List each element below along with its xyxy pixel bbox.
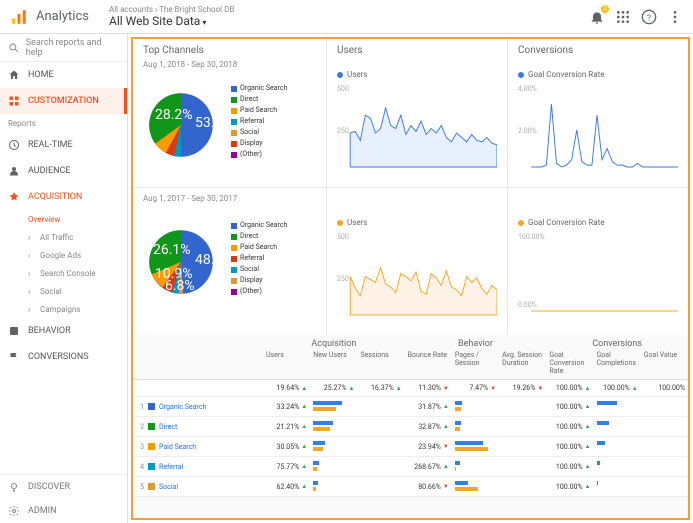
sidebar: Search reports and help HOME CUSTOMIZATI…	[0, 34, 128, 523]
pie-chart-2017: 48.2%26.1%10.9%6.8%	[139, 220, 223, 304]
behavior-icon	[8, 325, 20, 337]
col-gcomp[interactable]: Goal Completions	[594, 349, 641, 377]
nav-admin[interactable]: ADMIN	[0, 499, 127, 523]
gcr-line-2018	[518, 85, 678, 175]
chevron-right-icon: ›	[28, 251, 36, 259]
person-icon	[8, 165, 20, 177]
dot-icon	[518, 220, 524, 226]
view-selector[interactable]: All Web Site Data▾	[109, 14, 589, 28]
main-content: Top Channels Aug 1, 2018 - Sep 30, 2018 …	[128, 34, 693, 523]
acquisition-icon	[8, 191, 20, 203]
col-gcr[interactable]: Goal Conversion Rate	[546, 349, 593, 377]
table-row[interactable]: 2Direct21.21%▲32.87%▲100.00%▲	[133, 417, 688, 437]
apps-icon[interactable]	[615, 9, 631, 25]
nav-customization[interactable]: CUSTOMIZATION	[0, 88, 127, 114]
acquisition-submenu: Overview ›All Traffic ›Google Ads ›Searc…	[0, 210, 127, 318]
table-row[interactable]: 3Paid Search30.05%▲23.94%▼100.00%▲	[133, 437, 688, 457]
nav-acquisition[interactable]: ACQUISITION	[0, 184, 127, 210]
dot-icon	[337, 72, 343, 78]
top-channels-2017: Aug 1, 2017 - Sep 30, 2017 48.2%26.1%10.…	[133, 188, 327, 335]
chevron-down-icon: ▾	[202, 18, 206, 27]
nav-realtime[interactable]: REAL-TIME	[0, 132, 127, 158]
analytics-logo-icon	[10, 8, 28, 26]
col-gval[interactable]: Goal Value	[641, 349, 688, 377]
table-header: Users New Users Sessions Bounce Rate Pag…	[133, 349, 688, 380]
chevron-right-icon: ›	[28, 269, 36, 277]
topbar: Analytics All accounts › The Bright Scho…	[0, 0, 693, 34]
users-title: Users	[337, 45, 497, 56]
lightbulb-icon	[8, 481, 20, 493]
dot-icon	[337, 220, 343, 226]
top-channels-2018: Top Channels Aug 1, 2018 - Sep 30, 2018 …	[133, 39, 327, 187]
help-icon[interactable]: ?	[641, 9, 657, 25]
more-icon[interactable]	[667, 9, 683, 25]
channels-table: Acquisition Behavior Conversions Users N…	[133, 335, 688, 518]
svg-text:53.2%: 53.2%	[195, 115, 223, 131]
flag-icon	[8, 351, 20, 363]
chevron-right-icon: ›	[28, 233, 36, 241]
col-users[interactable]: Users	[263, 349, 310, 377]
table-summary-row: 19.64%▲25.27%▲16.37%▲11.30%▼7.47%▼19.26%…	[133, 380, 688, 397]
brand-label: Analytics	[36, 9, 89, 24]
users-chart-2018: Users Users 500250	[327, 39, 508, 187]
chevron-right-icon: ›	[28, 305, 36, 313]
reports-label: Reports	[0, 114, 127, 132]
col-pages[interactable]: Pages / Session	[452, 349, 499, 377]
col-new-users[interactable]: New Users	[310, 349, 357, 377]
users-chart-2017: Users 500250	[327, 188, 508, 335]
top-channels-title: Top Channels	[143, 45, 316, 56]
search-placeholder: Search reports and help	[26, 38, 119, 58]
search-input[interactable]: Search reports and help	[0, 34, 127, 62]
users-line-2018	[337, 85, 497, 175]
svg-text:6.8%: 6.8%	[165, 278, 195, 294]
svg-text:26.1%: 26.1%	[153, 242, 191, 258]
nav-audience[interactable]: AUDIENCE	[0, 158, 127, 184]
group-conversions: Conversions	[546, 339, 688, 349]
notification-badge: 3	[601, 5, 609, 13]
svg-text:48.2%: 48.2%	[195, 252, 223, 268]
sub-social[interactable]: ›Social	[28, 282, 127, 300]
group-acquisition: Acquisition	[263, 339, 405, 349]
conversions-chart-2018: Conversions Goal Conversion Rate 4.00%2.…	[508, 39, 688, 187]
conversions-chart-2017: Goal Conversion Rate 100.00%0.00%	[508, 188, 688, 335]
svg-text:?: ?	[647, 13, 651, 23]
sub-search-console[interactable]: ›Search Console	[28, 264, 127, 282]
pie-legend-2018: Organic Search Direct Paid Search Referr…	[231, 83, 287, 160]
breadcrumb[interactable]: All accounts › The Bright School DB All …	[109, 5, 589, 28]
conversions-title: Conversions	[518, 45, 678, 56]
sub-campaigns[interactable]: ›Campaigns	[28, 300, 127, 318]
dot-icon	[518, 72, 524, 78]
col-duration[interactable]: Avg. Session Duration	[499, 349, 546, 377]
table-row[interactable]: 5Social62.40%▲80.66%▼100.00%▲	[133, 477, 688, 497]
col-bounce[interactable]: Bounce Rate	[405, 349, 452, 377]
pie-chart-2018: 53.2%28.2%	[139, 83, 223, 167]
nav-conversions[interactable]: CONVERSIONS	[0, 344, 127, 370]
search-icon	[8, 42, 20, 54]
sub-overview[interactable]: Overview	[28, 210, 127, 228]
svg-text:28.2%: 28.2%	[155, 107, 193, 123]
sub-all-traffic[interactable]: ›All Traffic	[28, 228, 127, 246]
customization-icon	[8, 95, 20, 107]
date-range-2: Aug 1, 2017 - Sep 30, 2017	[143, 194, 316, 203]
table-row[interactable]: 4Referral75.77%▲268.67%▲100.00%▲	[133, 457, 688, 477]
table-row[interactable]: 1Organic Search33.24%▲31.87%▲100.00%▲	[133, 397, 688, 417]
users-line-2017	[337, 233, 497, 323]
gear-icon	[8, 505, 20, 517]
col-sessions[interactable]: Sessions	[357, 349, 404, 377]
pie-legend-2017: Organic Search Direct Paid Search Referr…	[231, 220, 287, 297]
date-range-1: Aug 1, 2018 - Sep 30, 2018	[143, 60, 316, 69]
chevron-right-icon: ›	[28, 287, 36, 295]
group-behavior: Behavior	[405, 339, 547, 349]
home-icon	[8, 69, 20, 81]
sub-google-ads[interactable]: ›Google Ads	[28, 246, 127, 264]
breadcrumb-path: All accounts › The Bright School DB	[109, 5, 589, 14]
nav-home[interactable]: HOME	[0, 62, 127, 88]
bell-icon[interactable]: 3	[589, 9, 605, 25]
nav-behavior[interactable]: BEHAVIOR	[0, 318, 127, 344]
nav-discover[interactable]: DISCOVER	[0, 475, 127, 499]
clock-icon	[8, 139, 20, 151]
